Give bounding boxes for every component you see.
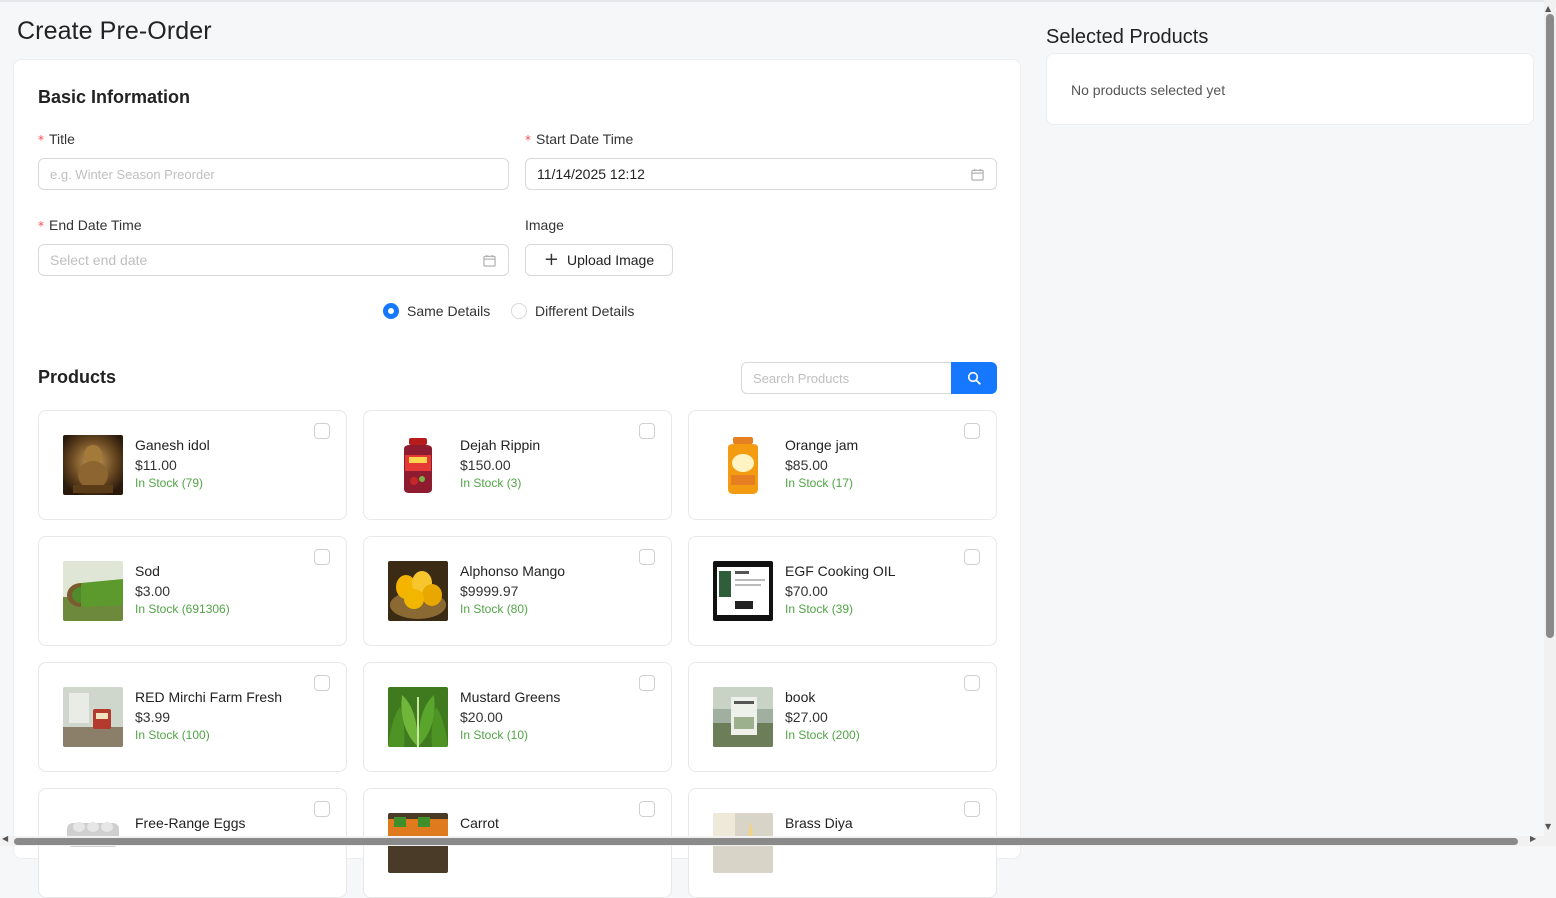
product-stock: In Stock (200) bbox=[785, 728, 860, 742]
product-checkbox[interactable] bbox=[964, 423, 980, 439]
product-name: Brass Diya bbox=[785, 815, 853, 831]
calendar-icon[interactable] bbox=[483, 254, 496, 267]
product-search: Search Products bbox=[741, 362, 997, 394]
upload-image-label: Upload Image bbox=[566, 252, 655, 268]
product-stock: In Stock (39) bbox=[785, 602, 854, 616]
radio-same-details[interactable]: Same Details bbox=[383, 303, 490, 319]
selected-products-heading: Selected Products bbox=[1046, 26, 1209, 48]
product-image-book bbox=[713, 687, 773, 747]
product-card-alphonso-mango[interactable]: Alphonso Mango $9999.97 In Stock (80) bbox=[363, 536, 672, 646]
product-price: $27.00 bbox=[785, 709, 828, 725]
product-name: Alphonso Mango bbox=[460, 563, 566, 579]
product-checkbox[interactable] bbox=[314, 549, 330, 565]
product-checkbox[interactable] bbox=[964, 549, 980, 565]
product-checkbox[interactable] bbox=[314, 801, 330, 817]
product-stock: In Stock (79) bbox=[135, 476, 204, 490]
product-stock: In Stock (10) bbox=[460, 728, 529, 742]
product-image-egf-cooking-oil bbox=[713, 561, 773, 621]
product-checkbox[interactable] bbox=[964, 675, 980, 691]
required-asterisk: * bbox=[38, 219, 44, 233]
product-checkbox[interactable] bbox=[639, 423, 655, 439]
search-icon bbox=[967, 371, 981, 385]
product-card-sod[interactable]: Sod $3.00 In Stock (691306) bbox=[38, 536, 347, 646]
product-name: book bbox=[785, 689, 816, 705]
product-price: $150.00 bbox=[460, 457, 511, 473]
product-name: EGF Cooking OIL bbox=[785, 563, 896, 579]
vertical-scrollbar-thumb[interactable] bbox=[1546, 14, 1554, 638]
product-card-orange-jam[interactable]: Orange jam $85.00 In Stock (17) bbox=[688, 410, 997, 520]
scroll-up-arrow-icon[interactable]: ▲ bbox=[1545, 4, 1551, 13]
selected-products-panel: No products selected yet bbox=[1046, 53, 1534, 125]
product-image-dejah-rippin bbox=[388, 435, 448, 495]
product-card-book[interactable]: book $27.00 In Stock (200) bbox=[688, 662, 997, 772]
product-image-orange-jam bbox=[713, 435, 773, 495]
product-name: RED Mirchi Farm Fresh bbox=[135, 689, 283, 705]
title-input[interactable]: e.g. Winter Season Preorder bbox=[38, 158, 509, 190]
plus-icon: + bbox=[543, 249, 559, 270]
upload-image-button[interactable]: + Upload Image bbox=[525, 244, 673, 276]
image-label: Image bbox=[525, 217, 564, 233]
product-image-sod bbox=[63, 561, 123, 621]
product-checkbox[interactable] bbox=[639, 549, 655, 565]
product-price: $70.00 bbox=[785, 583, 828, 599]
product-price: $9999.97 bbox=[460, 583, 519, 599]
product-image-mustard-greens bbox=[388, 687, 448, 747]
product-stock: In Stock (80) bbox=[460, 602, 529, 616]
required-asterisk: * bbox=[38, 133, 44, 147]
scroll-right-arrow-icon[interactable]: ▶ bbox=[1530, 834, 1536, 843]
horizontal-scrollbar-thumb[interactable] bbox=[14, 838, 1518, 845]
product-image-alphonso-mango bbox=[388, 561, 448, 621]
product-price: $85.00 bbox=[785, 457, 828, 473]
product-card-red-mirchi[interactable]: RED Mirchi Farm Fresh $3.99 In Stock (10… bbox=[38, 662, 347, 772]
products-heading: Products bbox=[38, 367, 117, 387]
product-name: Orange jam bbox=[785, 437, 859, 453]
top-border bbox=[0, 0, 1556, 2]
product-price: $3.99 bbox=[135, 709, 171, 725]
radio-different-details[interactable]: Different Details bbox=[511, 303, 634, 319]
scroll-left-arrow-icon[interactable]: ◀ bbox=[2, 834, 8, 843]
page-title: Create Pre-Order bbox=[17, 17, 212, 45]
product-checkbox[interactable] bbox=[314, 675, 330, 691]
end-date-label: * End Date Time bbox=[38, 217, 142, 233]
required-asterisk: * bbox=[525, 133, 531, 147]
product-checkbox[interactable] bbox=[964, 801, 980, 817]
product-stock: In Stock (3) bbox=[460, 476, 522, 490]
product-name: Carrot bbox=[460, 815, 499, 831]
product-price: $20.00 bbox=[460, 709, 503, 725]
product-image-ganesh-idol bbox=[63, 435, 123, 495]
end-date-placeholder: Select end date bbox=[50, 252, 148, 268]
radio-checked-icon bbox=[383, 303, 399, 319]
product-checkbox[interactable] bbox=[639, 801, 655, 817]
product-stock: In Stock (100) bbox=[135, 728, 210, 742]
product-checkbox[interactable] bbox=[639, 675, 655, 691]
product-card-egf-cooking-oil[interactable]: EGF Cooking OIL $70.00 In Stock (39) bbox=[688, 536, 997, 646]
title-label: * Title bbox=[38, 131, 75, 147]
product-stock: In Stock (17) bbox=[785, 476, 854, 490]
product-name: Free-Range Eggs bbox=[135, 815, 246, 831]
start-date-picker[interactable]: 11/14/2025 12:12 bbox=[525, 158, 997, 190]
product-checkbox[interactable] bbox=[314, 423, 330, 439]
product-price: $11.00 bbox=[135, 457, 177, 473]
scroll-down-arrow-icon[interactable]: ▼ bbox=[1545, 822, 1551, 831]
product-name: Ganesh idol bbox=[135, 437, 210, 453]
product-price: $3.00 bbox=[135, 583, 171, 599]
product-name: Dejah Rippin bbox=[460, 437, 541, 453]
product-name: Sod bbox=[135, 563, 160, 579]
product-image-red-mirchi bbox=[63, 687, 123, 747]
radio-unchecked-icon bbox=[511, 303, 527, 319]
start-date-value: 11/14/2025 12:12 bbox=[537, 166, 645, 182]
selected-products-empty: No products selected yet bbox=[1071, 82, 1226, 98]
start-date-label: * Start Date Time bbox=[525, 131, 634, 147]
product-card-dejah-rippin[interactable]: Dejah Rippin $150.00 In Stock (3) bbox=[363, 410, 672, 520]
end-date-picker[interactable]: Select end date bbox=[38, 244, 509, 276]
product-stock: In Stock (691306) bbox=[135, 602, 230, 616]
calendar-icon[interactable] bbox=[971, 168, 984, 181]
product-name: Mustard Greens bbox=[460, 689, 561, 705]
title-placeholder: e.g. Winter Season Preorder bbox=[50, 166, 215, 182]
basic-info-heading: Basic Information bbox=[38, 87, 191, 107]
product-card-ganesh-idol[interactable]: Ganesh idol $11.00 In Stock (79) bbox=[38, 410, 347, 520]
search-button[interactable] bbox=[951, 362, 997, 394]
product-search-input[interactable]: Search Products bbox=[741, 362, 951, 394]
product-card-mustard-greens[interactable]: Mustard Greens $20.00 In Stock (10) bbox=[363, 662, 672, 772]
